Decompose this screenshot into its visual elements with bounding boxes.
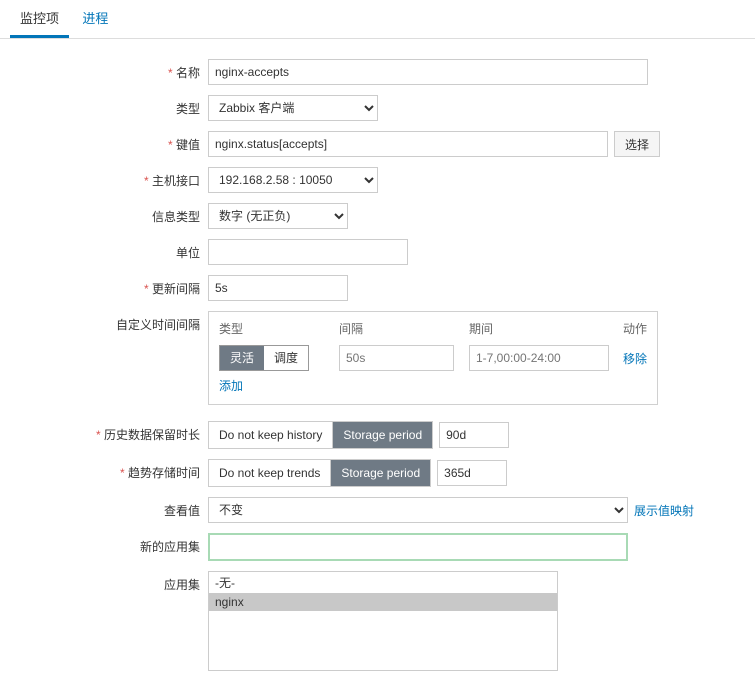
interval-value-input[interactable] bbox=[339, 345, 454, 371]
app-item-none[interactable]: -无- bbox=[209, 572, 557, 593]
app-label: 应用集 bbox=[50, 571, 208, 593]
tabs-bar: 监控项 进程 bbox=[0, 0, 755, 39]
host-select[interactable]: 192.168.2.58 : 10050 bbox=[208, 167, 378, 193]
trend-opt-nokeep[interactable]: Do not keep trends bbox=[209, 460, 331, 486]
name-input[interactable] bbox=[208, 59, 648, 85]
key-select-button[interactable]: 选择 bbox=[614, 131, 660, 157]
view-mapping-link[interactable]: 展示值映射 bbox=[634, 502, 694, 519]
unit-input[interactable] bbox=[208, 239, 408, 265]
trend-segment: Do not keep trends Storage period bbox=[208, 459, 431, 487]
host-label: 主机接口 bbox=[50, 167, 208, 189]
history-value-input[interactable] bbox=[439, 422, 509, 448]
update-input[interactable] bbox=[208, 275, 348, 301]
key-label: 键值 bbox=[50, 131, 208, 153]
interval-type-segment: 灵活 调度 bbox=[219, 345, 309, 371]
form-container: 名称 类型 Zabbix 客户端 键值 选择 主机接口 192.168.2.58… bbox=[0, 59, 755, 671]
tab-process[interactable]: 进程 bbox=[72, 0, 118, 35]
interval-header-type: 类型 bbox=[219, 320, 339, 337]
interval-seg-flex[interactable]: 灵活 bbox=[220, 346, 264, 370]
interval-period-input[interactable] bbox=[469, 345, 609, 371]
app-item-nginx[interactable]: nginx bbox=[209, 593, 557, 611]
info-select[interactable]: 数字 (无正负) bbox=[208, 203, 348, 229]
history-opt-nokeep[interactable]: Do not keep history bbox=[209, 422, 333, 448]
type-select[interactable]: Zabbix 客户端 bbox=[208, 95, 378, 121]
interval-remove-link[interactable]: 移除 bbox=[623, 352, 647, 366]
history-label: 历史数据保留时长 bbox=[50, 421, 208, 443]
newapp-label: 新的应用集 bbox=[50, 533, 208, 555]
trend-value-input[interactable] bbox=[437, 460, 507, 486]
newapp-input[interactable] bbox=[208, 533, 628, 561]
view-select[interactable]: 不变 bbox=[208, 497, 628, 523]
type-label: 类型 bbox=[50, 95, 208, 117]
update-label: 更新间隔 bbox=[50, 275, 208, 297]
unit-label: 单位 bbox=[50, 239, 208, 261]
interval-header-period: 期间 bbox=[469, 320, 619, 337]
trend-opt-period[interactable]: Storage period bbox=[331, 460, 430, 486]
tab-monitor[interactable]: 监控项 bbox=[10, 0, 69, 38]
view-label: 查看值 bbox=[50, 497, 208, 519]
interval-header-action: 动作 bbox=[619, 320, 647, 337]
history-opt-period[interactable]: Storage period bbox=[333, 422, 432, 448]
interval-add-link[interactable]: 添加 bbox=[219, 379, 243, 393]
trend-label: 趋势存储时间 bbox=[50, 459, 208, 481]
interval-box: 类型 间隔 期间 动作 灵活 调度 bbox=[208, 311, 658, 405]
custom-label: 自定义时间间隔 bbox=[50, 311, 208, 333]
name-label: 名称 bbox=[50, 59, 208, 81]
app-listbox[interactable]: -无- nginx bbox=[208, 571, 558, 671]
history-segment: Do not keep history Storage period bbox=[208, 421, 433, 449]
info-label: 信息类型 bbox=[50, 203, 208, 225]
key-input[interactable] bbox=[208, 131, 608, 157]
interval-seg-sched[interactable]: 调度 bbox=[264, 346, 308, 370]
interval-header-interval: 间隔 bbox=[339, 320, 469, 337]
